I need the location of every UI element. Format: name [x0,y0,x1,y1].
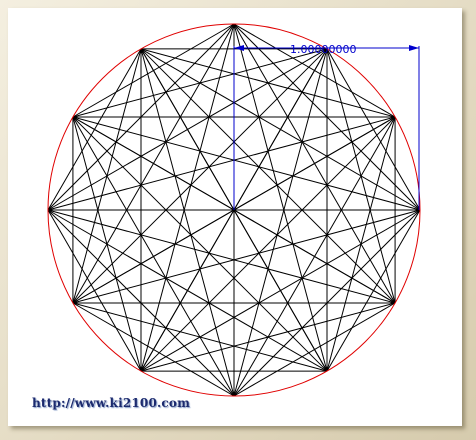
dimension-arrow-left [234,45,244,51]
image-frame: 1.00000000 http://www.ki2100.com [0,0,476,440]
radius-line [233,209,396,304]
chord-line [72,48,328,304]
chord-line [72,116,328,372]
radius-line [233,116,396,211]
radius-line [72,116,235,211]
radius-line [72,209,235,304]
chord-line [72,116,142,372]
dimension-arrow-right [409,45,419,51]
radius-line [233,209,328,372]
chord-line [72,48,142,304]
chord-line [140,48,421,211]
dimension-label: 1.00000000 [290,43,356,56]
chord-line [140,116,396,372]
chord-line [140,48,396,304]
radius-line [140,48,235,211]
radius-line [140,209,235,372]
watermark-url: http://www.ki2100.com [32,396,191,410]
star-polygon-diagram: 1.00000000 [47,23,421,397]
chord-line [140,48,396,118]
drawing-canvas: 1.00000000 [8,8,462,426]
